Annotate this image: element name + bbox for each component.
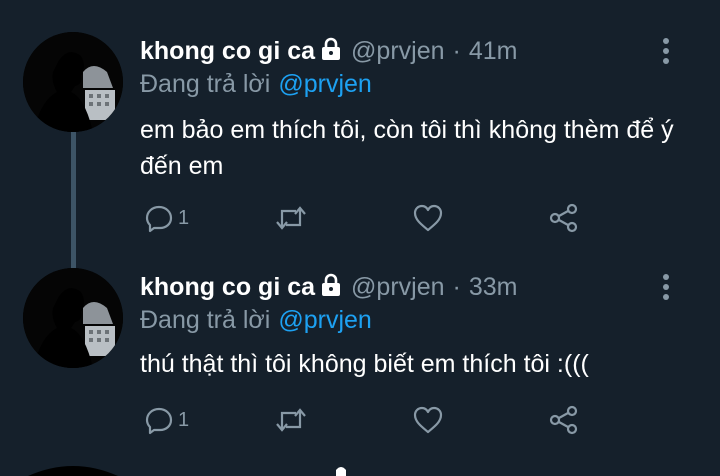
retweet-button[interactable] — [274, 402, 308, 438]
more-vertical-icon[interactable] — [659, 36, 673, 66]
reply-thread: khong co gi ca @prvjen · 41m Đang trả lờ… — [0, 0, 720, 476]
display-name[interactable]: khong co gi ca — [140, 273, 315, 302]
user-handle[interactable]: @prvjen — [351, 37, 444, 66]
tweet[interactable]: khong co gi ca @prvjen · 41m Đang trả lờ… — [0, 0, 720, 234]
avatar-silhouette-image — [23, 32, 123, 132]
replying-to: Đang trả lời @prvjen — [140, 70, 372, 99]
lock-icon — [321, 37, 341, 66]
tweet-text: thú thật thì tôi không biết em thích tôi… — [140, 350, 589, 378]
display-name[interactable]: khong co gi ca — [140, 37, 315, 66]
retweet-icon — [274, 405, 308, 435]
like-button[interactable] — [412, 200, 444, 236]
replying-to-label: Đang trả lời — [140, 70, 271, 98]
separator-dot: · — [452, 272, 461, 301]
share-icon — [548, 404, 580, 436]
retweet-button[interactable] — [274, 200, 308, 236]
avatar[interactable] — [23, 32, 123, 132]
more-vertical-icon[interactable] — [659, 272, 673, 302]
share-icon — [548, 202, 580, 234]
replying-to-handle[interactable]: @prvjen — [278, 70, 371, 98]
reply-count: 1 — [178, 408, 190, 431]
replying-to: Đang trả lời @prvjen — [140, 306, 372, 335]
separator-dot: · — [452, 36, 461, 65]
tweet[interactable]: khong co gi ca @prvjen · 33m Đang trả lờ… — [0, 236, 720, 470]
like-button[interactable] — [412, 402, 444, 438]
share-button[interactable] — [548, 200, 580, 236]
reply-count: 1 — [178, 206, 190, 229]
heart-icon — [412, 405, 444, 435]
tweet-actions: 1 — [140, 402, 600, 438]
timestamp[interactable]: 33m — [469, 273, 518, 302]
tweet-actions: 1 — [140, 200, 600, 236]
replying-to-handle[interactable]: @prvjen — [278, 306, 371, 334]
reply-button[interactable]: 1 — [144, 402, 189, 438]
reply-icon — [144, 203, 174, 233]
tweet-text: em bảo em thích tôi, còn tôi thì không t… — [140, 116, 674, 180]
reply-button[interactable]: 1 — [144, 200, 189, 236]
share-button[interactable] — [548, 402, 580, 438]
reply-icon — [144, 405, 174, 435]
user-handle[interactable]: @prvjen — [351, 273, 444, 302]
next-tweet-partial — [0, 460, 720, 476]
tweet-header: khong co gi ca @prvjen · 41m — [140, 34, 517, 68]
avatar[interactable] — [23, 268, 123, 368]
tweet-header: khong co gi ca @prvjen · 33m — [140, 270, 517, 304]
timestamp[interactable]: 41m — [469, 37, 518, 66]
replying-to-label: Đang trả lời — [140, 306, 271, 334]
retweet-icon — [274, 203, 308, 233]
heart-icon — [412, 203, 444, 233]
lock-icon — [321, 273, 341, 302]
avatar-silhouette-image — [23, 268, 123, 368]
